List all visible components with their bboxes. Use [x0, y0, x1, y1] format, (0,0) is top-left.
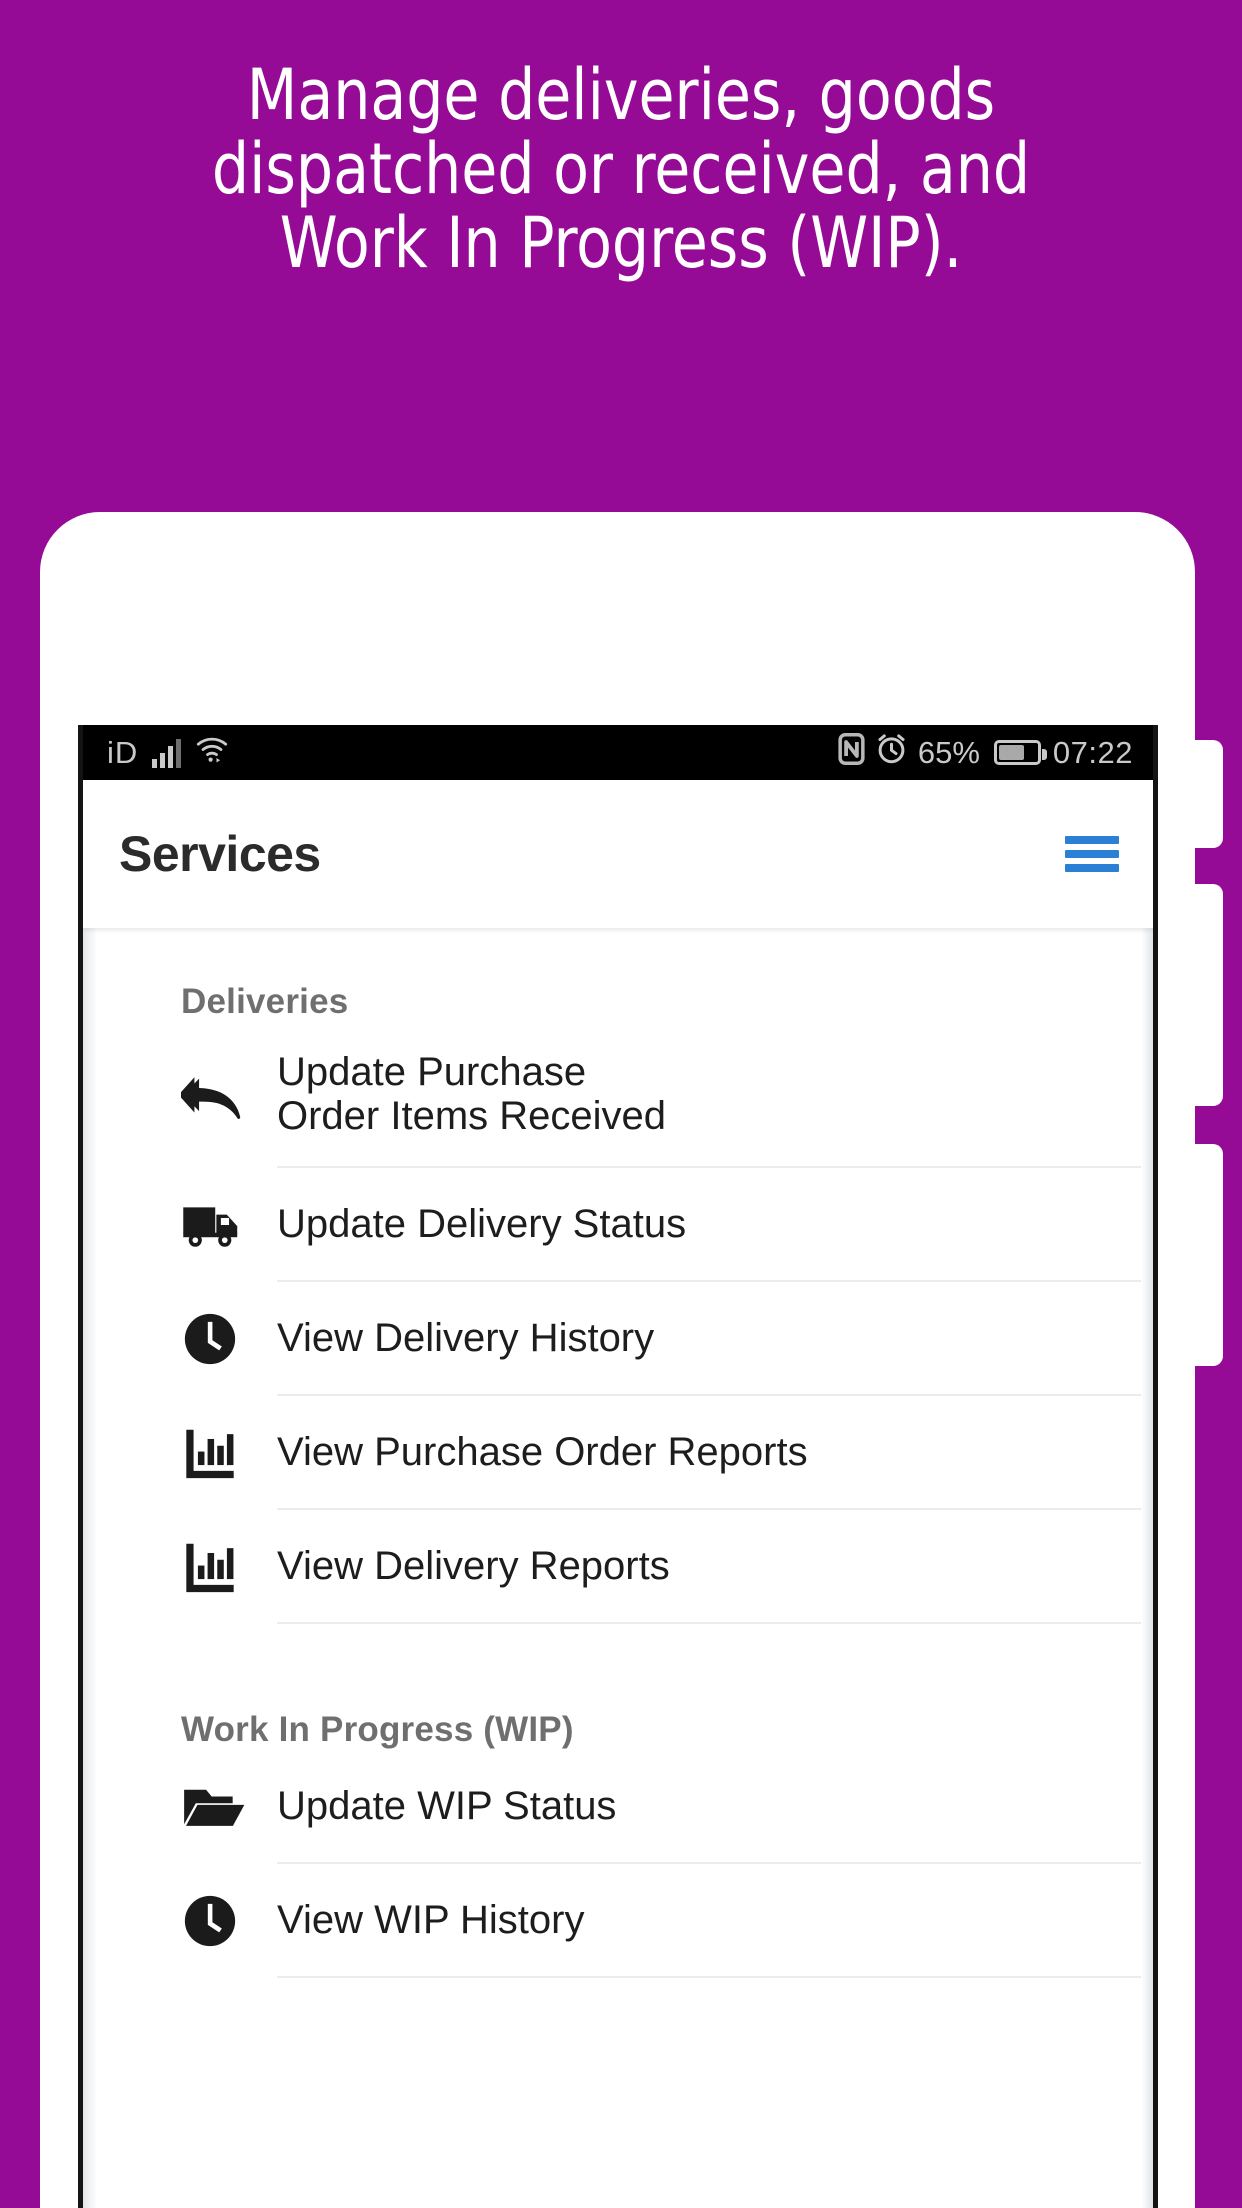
services-list-scroll[interactable]: Deliveries Update Purchase Order Items R…	[83, 928, 1153, 2208]
list-left-edge	[83, 928, 97, 2208]
status-bar: iD 65% 07:22	[83, 725, 1153, 780]
promo-headline: Manage deliveries, goods dispatched or r…	[43, 58, 1198, 280]
list-item-view-delivery-reports[interactable]: View Delivery Reports	[83, 1510, 1153, 1624]
list-item-label: View Delivery History	[277, 1316, 655, 1360]
status-bar-clock: 07:22	[1052, 734, 1133, 770]
phone-side-button-middle	[1195, 884, 1223, 1106]
carrier-label: iD	[107, 734, 139, 770]
nfc-icon	[838, 732, 865, 773]
signal-bars-icon	[152, 738, 182, 768]
headline-line-3: Work In Progress (WIP).	[279, 202, 963, 284]
list-item-update-delivery-status[interactable]: Update Delivery Status	[83, 1168, 1153, 1282]
promo-screenshot: Manage deliveries, goods dispatched or r…	[0, 0, 1242, 2208]
section-list-wip: Update WIP Status View WIP History	[83, 1750, 1153, 1978]
list-item-text-wrap: View Delivery History	[277, 1282, 1153, 1396]
hamburger-menu-icon[interactable]	[1065, 832, 1119, 876]
list-item-label: Update Delivery Status	[277, 1202, 687, 1246]
section-header-wip: Work In Progress (WIP)	[181, 1710, 574, 1749]
list-item-label: Update WIP Status	[277, 1784, 617, 1828]
app-bar: Services	[83, 780, 1153, 928]
headline-line-1: Manage deliveries, goods	[246, 54, 996, 136]
list-item-update-wip-status[interactable]: Update WIP Status	[83, 1750, 1153, 1864]
list-item-label: Update Purchase Order Items Received	[277, 1050, 667, 1138]
list-item-text-wrap: View Purchase Order Reports	[277, 1396, 1153, 1510]
battery-icon	[993, 740, 1047, 765]
list-item-update-purchase-order-items-received[interactable]: Update Purchase Order Items Received	[83, 1022, 1153, 1168]
list-item-text-wrap: Update WIP Status	[277, 1750, 1153, 1864]
clock-icon	[181, 1892, 277, 1950]
clock-icon	[181, 1310, 277, 1368]
phone-mockup: iD 65% 07:22 Services Deliveries Update …	[40, 512, 1223, 2208]
page-title: Services	[119, 826, 321, 882]
list-item-text-wrap: View WIP History	[277, 1864, 1153, 1978]
device-screen: iD 65% 07:22 Services Deliveries Update …	[78, 725, 1158, 2208]
list-right-edge	[1141, 928, 1153, 2208]
battery-percent-label: 65%	[917, 734, 980, 770]
list-item-label: View Purchase Order Reports	[277, 1430, 808, 1474]
bar-chart-icon	[181, 1424, 277, 1482]
headline-line-2: dispatched or received, and	[211, 128, 1031, 210]
wifi-icon	[195, 735, 229, 771]
list-item-view-delivery-history[interactable]: View Delivery History	[83, 1282, 1153, 1396]
bar-chart-icon	[181, 1538, 277, 1596]
section-header-deliveries: Deliveries	[181, 982, 349, 1021]
list-item-view-wip-history[interactable]: View WIP History	[83, 1864, 1153, 1978]
list-item-text-wrap: View Delivery Reports	[277, 1510, 1153, 1624]
delivery-truck-icon	[181, 1197, 277, 1253]
phone-side-button-top	[1195, 740, 1223, 848]
phone-side-button-bottom	[1195, 1144, 1223, 1366]
section-list-deliveries: Update Purchase Order Items Received Upd…	[83, 1022, 1153, 1624]
alarm-clock-icon	[875, 732, 908, 773]
list-item-label: View Delivery Reports	[277, 1544, 670, 1588]
reply-all-icon	[181, 1067, 277, 1123]
list-item-view-purchase-order-reports[interactable]: View Purchase Order Reports	[83, 1396, 1153, 1510]
open-folder-icon	[181, 1779, 277, 1835]
list-item-text-wrap: Update Purchase Order Items Received	[277, 1022, 1153, 1168]
list-item-label: View WIP History	[277, 1898, 585, 1942]
list-item-text-wrap: Update Delivery Status	[277, 1168, 1153, 1282]
